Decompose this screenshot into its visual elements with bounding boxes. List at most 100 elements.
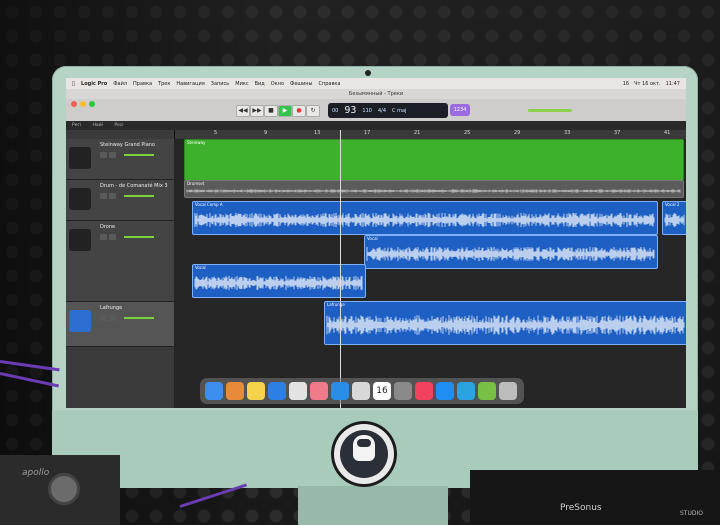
music-icon[interactable] <box>415 382 433 400</box>
status-battery[interactable]: 16 <box>623 81 629 87</box>
timeline-ruler[interactable]: 5 9 13 17 21 25 29 33 37 41 <box>174 130 686 139</box>
track-volume-slider[interactable] <box>124 236 154 238</box>
forward-button[interactable]: ▶▶ <box>250 105 264 117</box>
vocal-region[interactable]: Vocal <box>364 235 658 269</box>
menu-edit[interactable]: Правка <box>133 81 152 87</box>
status-time[interactable]: 11:47 <box>666 81 680 87</box>
lcd-signature: 4/4 <box>377 107 387 114</box>
notes-icon[interactable] <box>247 382 265 400</box>
utorrent-icon[interactable] <box>478 382 496 400</box>
track-name: Drum - de Comanaté Mix 3 <box>100 183 168 189</box>
mute-button[interactable] <box>100 315 107 321</box>
waveform <box>326 315 685 335</box>
lcd-tempo: 110 <box>362 107 372 114</box>
ruler-mark: 5 <box>214 130 218 136</box>
toolbar-view[interactable]: Ресі <box>114 123 123 128</box>
rewind-button[interactable]: ◀◀ <box>236 105 250 117</box>
menu-file[interactable]: Файл <box>113 81 127 87</box>
track-volume-slider[interactable] <box>124 195 154 197</box>
telegram-icon[interactable] <box>457 382 475 400</box>
app-menu[interactable]: Logic Pro <box>81 81 107 87</box>
chrome-icon[interactable] <box>289 382 307 400</box>
zoom-icon[interactable] <box>89 101 95 107</box>
track-volume-slider[interactable] <box>124 154 154 156</box>
lcd-key: C maj <box>392 107 407 114</box>
solo-button[interactable] <box>109 193 116 199</box>
cycle-button[interactable]: ↻ <box>306 105 320 117</box>
track-header[interactable]: Drone <box>66 221 174 302</box>
master-volume-slider[interactable] <box>528 109 572 112</box>
menu-extra[interactable]: Фешины <box>290 81 312 87</box>
track-volume-slider[interactable] <box>124 317 154 319</box>
solo-button[interactable] <box>109 315 116 321</box>
vpn-icon[interactable] <box>331 382 349 400</box>
trash-icon[interactable] <box>499 382 517 400</box>
ruler-mark: 21 <box>414 130 421 136</box>
playhead[interactable] <box>340 130 341 408</box>
apple-icon[interactable]:  <box>72 81 75 87</box>
calendar-icon[interactable]: 16 <box>373 382 391 400</box>
dock: 16 <box>200 378 524 404</box>
lcd-bpm: 93 <box>344 105 357 116</box>
launchpad-icon[interactable] <box>226 382 244 400</box>
piano-icon <box>69 147 91 169</box>
vocal-region[interactable]: Vocal Comp A <box>192 201 658 235</box>
vocal-region[interactable]: Vocal 2 <box>662 201 686 235</box>
record-button[interactable]: ● <box>292 105 306 117</box>
app-store-icon[interactable] <box>436 382 454 400</box>
minimize-icon[interactable] <box>80 101 86 107</box>
ruler-mark: 37 <box>614 130 621 136</box>
control-bar: ◀◀ ▶▶ ■ ▶ ● ↻ 00 93 110 4/4 C maj 1234 <box>66 99 686 122</box>
play-button[interactable]: ▶ <box>278 105 292 117</box>
close-icon[interactable] <box>71 101 77 107</box>
solo-button[interactable] <box>109 234 116 240</box>
count-in-badge[interactable]: 1234 <box>450 104 470 116</box>
ruler-mark: 33 <box>564 130 571 136</box>
ruler-mark: 17 <box>364 130 371 136</box>
waveform <box>186 189 681 193</box>
tail-region[interactable]: Lafrunge <box>324 301 686 345</box>
waveform <box>664 213 685 227</box>
finder-icon[interactable] <box>205 382 223 400</box>
track-header[interactable]: Steinway Grand Piano <box>66 139 174 180</box>
menu-view[interactable]: Вид <box>255 81 265 87</box>
menu-mix[interactable]: Микс <box>235 81 248 87</box>
track-name: Steinway Grand Piano <box>100 142 155 148</box>
lcd-display[interactable]: 00 93 110 4/4 C maj <box>328 103 448 118</box>
mute-button[interactable] <box>100 234 107 240</box>
drum-region[interactable]: Drumset <box>184 180 684 198</box>
presonus-label: PreSonus <box>560 503 602 513</box>
menu-track[interactable]: Трек <box>158 81 170 87</box>
tracks-toolbar: Регі Найі Ресі <box>66 121 686 130</box>
status-date[interactable]: Чт 16 окт. <box>634 81 660 87</box>
logic-icon[interactable] <box>352 382 370 400</box>
ruler-mark: 29 <box>514 130 521 136</box>
track-name: Lafrunge <box>100 305 123 311</box>
mute-button[interactable] <box>100 152 107 158</box>
menu-record[interactable]: Запись <box>211 81 229 87</box>
menu-window[interactable]: Окно <box>271 81 284 87</box>
region-name: Steinway <box>187 140 206 145</box>
settings-icon[interactable] <box>394 382 412 400</box>
waveform <box>194 212 655 228</box>
toolbar-region[interactable]: Регі <box>72 123 81 128</box>
photos-icon[interactable] <box>310 382 328 400</box>
stop-button[interactable]: ■ <box>264 105 278 117</box>
track-header[interactable]: Drum - de Comanaté Mix 3 <box>66 180 174 221</box>
waveform <box>366 246 655 262</box>
menu-navigate[interactable]: Навигация <box>176 81 204 87</box>
piano-region[interactable]: Steinway <box>184 139 684 181</box>
safari-icon[interactable] <box>268 382 286 400</box>
lcd-bars: 00 <box>332 107 339 114</box>
tracks-area[interactable]: Steinway Drumset Vocal Comp A Vocal Voca… <box>174 139 686 408</box>
menu-help[interactable]: Справка <box>318 81 340 87</box>
ruler-mark: 13 <box>314 130 321 136</box>
solo-button[interactable] <box>109 152 116 158</box>
track-header[interactable]: Lafrunge <box>66 302 174 347</box>
mute-button[interactable] <box>100 193 107 199</box>
astronaut-sticker <box>331 421 397 487</box>
mac-menu-bar:  Logic Pro Файл Правка Трек Навигация З… <box>66 78 686 89</box>
audio-interface-left <box>0 455 120 525</box>
track-headers: Steinway Grand Piano Drum - de Comanaté … <box>66 130 175 408</box>
toolbar-functions[interactable]: Найі <box>93 123 103 128</box>
